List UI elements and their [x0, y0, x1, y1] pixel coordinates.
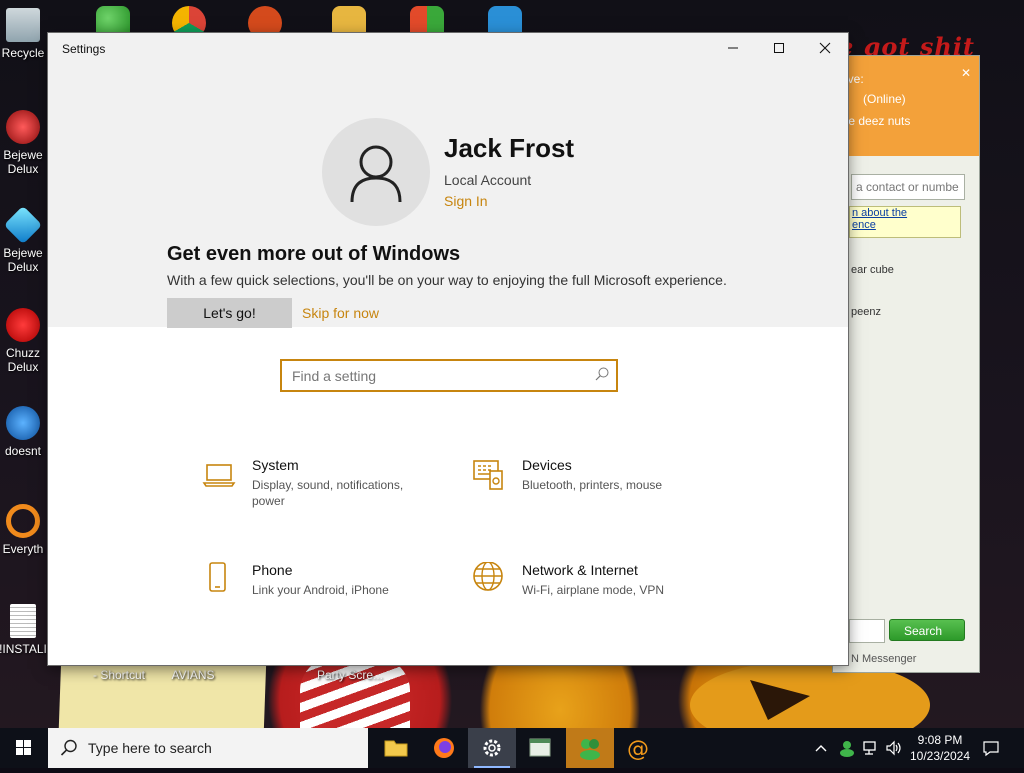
devices-icon	[473, 460, 503, 490]
desktop-icon-label: Bejewe Delux	[3, 148, 43, 176]
desktop-icon-label: Recycle	[1, 46, 45, 60]
close-button[interactable]	[802, 33, 848, 65]
taskbar-mail[interactable]: @	[614, 728, 662, 768]
minimize-button[interactable]	[710, 33, 756, 65]
search-icon	[595, 367, 609, 381]
desktop-icon-label: Chuzz Delux	[5, 346, 40, 374]
category-title: System	[252, 457, 299, 473]
desktop-label-shortcut[interactable]: - Shortcut	[84, 668, 154, 682]
firefox-icon	[434, 738, 454, 758]
category-description: Display, sound, notifications, power	[252, 478, 404, 508]
taskbar-clock[interactable]: 9:08 PM 10/23/2024	[908, 732, 972, 764]
settings-window[interactable]: Settings Jack Frost Local Account Sign I…	[48, 33, 848, 665]
search-icon	[60, 739, 77, 756]
category-devices[interactable]: Devices Bluetooth, printers, mouse	[472, 457, 722, 517]
maximize-icon	[774, 43, 784, 53]
messenger-info-link[interactable]: n about the ence	[849, 206, 961, 238]
gear-icon	[483, 739, 501, 757]
clock-time: 9:08 PM	[917, 733, 963, 747]
svg-text:@: @	[627, 737, 649, 762]
maximize-button[interactable]	[756, 33, 802, 65]
globe-icon	[473, 562, 503, 591]
category-description: Bluetooth, printers, mouse	[522, 478, 663, 492]
messenger-header: ive: (Online) te deez nuts ✕	[833, 56, 979, 156]
category-description: Wi-Fi, airplane mode, VPN	[522, 583, 665, 597]
promo-title: Get even more out of Windows	[167, 243, 461, 265]
chuzzle-icon	[6, 308, 40, 342]
user-name: Jack Frost	[444, 133, 575, 163]
taskbar-search[interactable]: Type here to search	[48, 728, 368, 768]
taskbar-messenger[interactable]	[566, 728, 614, 768]
phone-icon	[209, 562, 226, 592]
bejeweled-icon	[6, 110, 40, 144]
category-network-internet[interactable]: Network & Internet Wi-Fi, airplane mode,…	[472, 562, 722, 622]
desktop-label-party-screen[interactable]: Party Scre...	[308, 668, 392, 682]
chevron-up-icon[interactable]	[814, 742, 828, 754]
start-button[interactable]	[0, 728, 48, 768]
messenger-window[interactable]: ive: (Online) te deez nuts ✕ a contact o…	[832, 55, 980, 673]
category-title: Devices	[522, 457, 572, 473]
search-input[interactable]	[290, 365, 584, 387]
bird-icon	[6, 406, 40, 440]
taskbar-file-explorer[interactable]	[372, 728, 420, 768]
taskbar: Type here to search @ 9:08 PM 10/23/2024	[0, 728, 1024, 768]
desktop-icon-label: doesnt	[4, 444, 42, 458]
desktop-label-avians[interactable]: AVIANS	[158, 668, 228, 682]
notification-icon[interactable]	[982, 739, 1000, 757]
windows-icon	[16, 740, 31, 755]
messenger-online-status[interactable]: (Online)	[863, 92, 906, 106]
magnifier-icon	[6, 504, 40, 538]
window-title: Settings	[62, 42, 106, 56]
title-bar[interactable]: Settings	[48, 33, 848, 65]
window-app-icon	[529, 738, 551, 757]
at-sign-icon: @	[627, 737, 649, 762]
messenger-personal-message[interactable]: te deez nuts	[845, 114, 910, 128]
messenger-link-line: ence	[852, 219, 876, 231]
close-icon	[819, 42, 831, 54]
document-icon	[10, 604, 36, 638]
sign-in-link[interactable]: Sign In	[444, 193, 488, 209]
desktop-icon-label: Everyth	[2, 542, 44, 556]
avatar	[322, 118, 430, 226]
taskbar-app-window[interactable]	[516, 728, 564, 768]
lets-go-button[interactable]: Let's go!	[167, 298, 292, 328]
messenger-contact-search[interactable]: a contact or numbe	[851, 174, 965, 200]
messenger-web-search-input[interactable]	[849, 619, 885, 643]
messenger-search-button[interactable]: Search	[889, 619, 965, 641]
folder-icon	[384, 740, 408, 757]
messenger-link-line: n about the	[852, 207, 908, 219]
messenger-contact[interactable]: peenz	[851, 306, 881, 318]
user-icon	[350, 145, 402, 203]
messenger-footer: N Messenger	[851, 653, 917, 665]
clock-date: 10/23/2024	[909, 749, 971, 763]
taskbar-settings[interactable]	[468, 728, 516, 768]
category-title: Network & Internet	[522, 562, 638, 578]
taskbar-search-text: Type here to search	[88, 740, 212, 756]
volume-icon[interactable]	[885, 739, 903, 757]
desktop-icon-label: Bejewe Delux	[3, 246, 43, 274]
recycle-bin-icon	[6, 8, 40, 42]
messenger-tray-icon[interactable]	[838, 739, 856, 757]
taskbar-firefox[interactable]	[420, 728, 468, 768]
laptop-icon	[202, 464, 236, 487]
find-setting-search[interactable]	[280, 359, 618, 392]
category-title: Phone	[252, 562, 293, 578]
category-description: Link your Android, iPhone	[252, 583, 389, 597]
category-phone[interactable]: Phone Link your Android, iPhone	[202, 562, 452, 622]
diamond-icon	[3, 205, 43, 245]
account-type: Local Account	[444, 172, 532, 188]
close-icon[interactable]: ✕	[961, 66, 971, 80]
network-icon[interactable]	[862, 739, 880, 757]
skip-for-now-link[interactable]: Skip for now	[302, 305, 379, 321]
messenger-contact[interactable]: ear cube	[851, 264, 894, 276]
account-banner: Jack Frost Local Account Sign In Get eve…	[48, 65, 848, 328]
messenger-icon	[580, 739, 600, 760]
desktop-icon-label: !INSTALI	[0, 642, 47, 656]
promo-description: With a few quick selections, you'll be o…	[167, 272, 727, 288]
minimize-icon	[728, 47, 738, 49]
category-system[interactable]: System Display, sound, notifications, po…	[202, 457, 452, 517]
